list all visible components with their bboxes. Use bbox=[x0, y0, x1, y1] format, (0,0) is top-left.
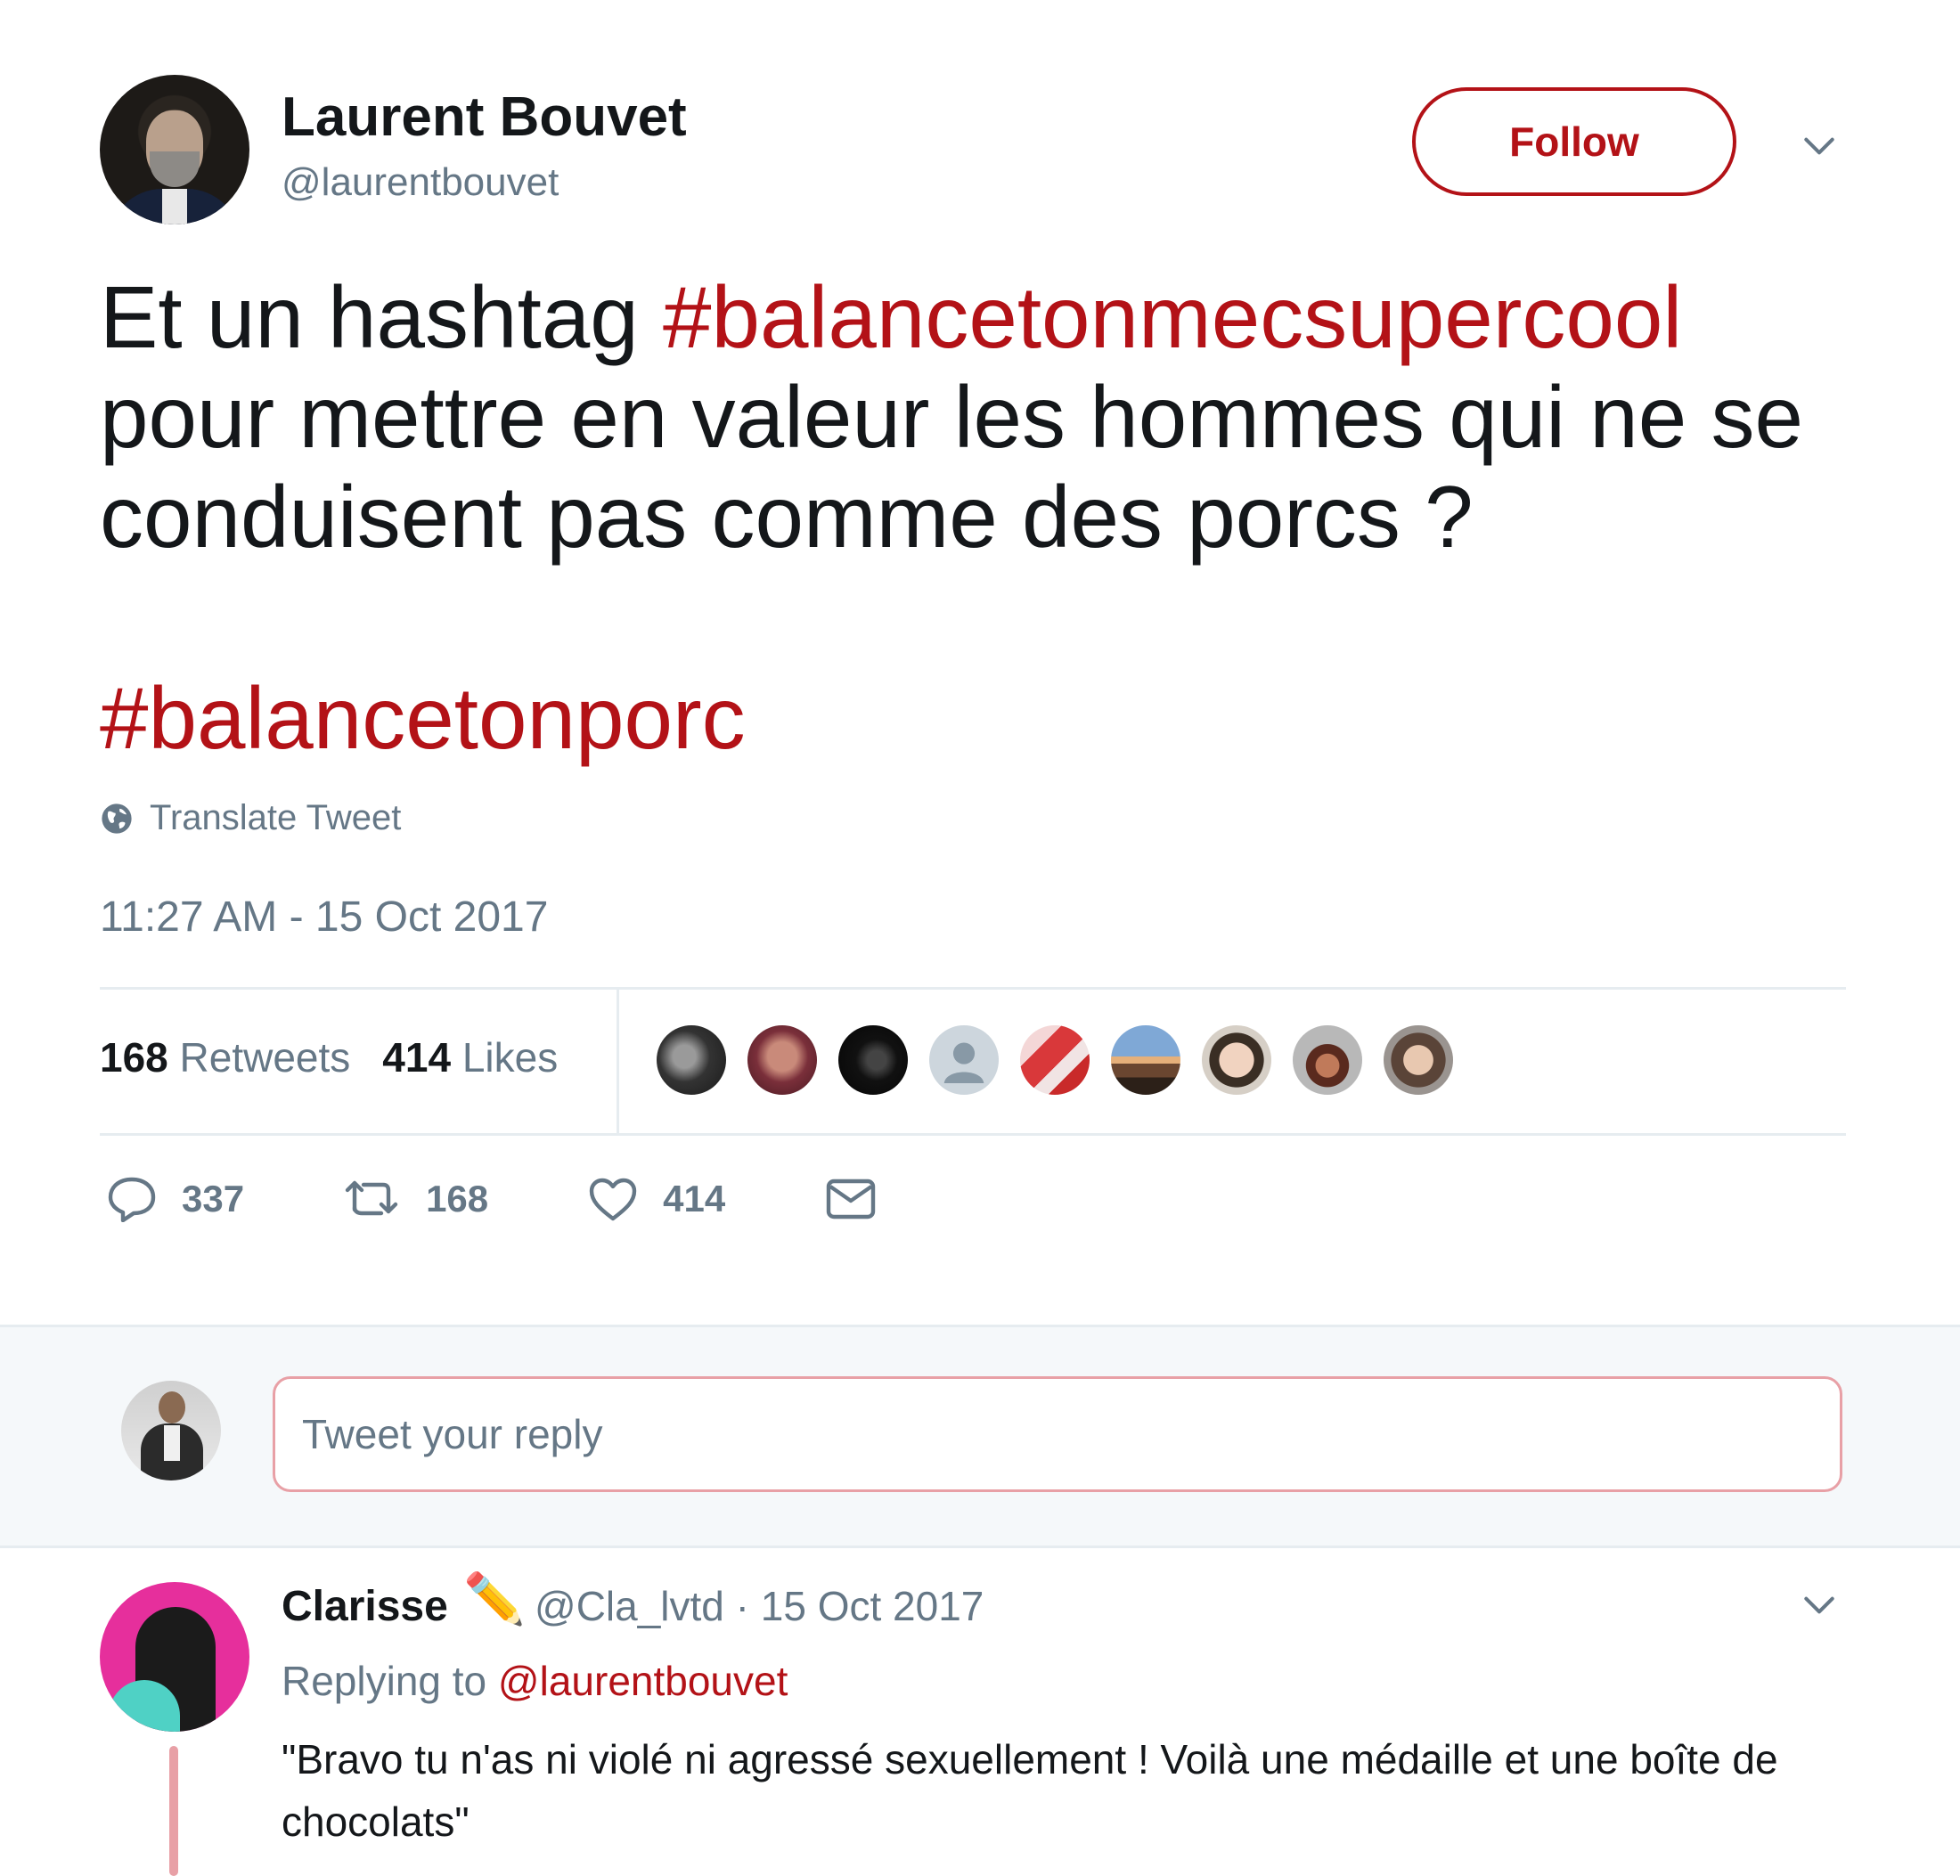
tweet-stats: 168 Retweets 414 Likes bbox=[100, 1033, 558, 1081]
likes-stat[interactable]: 414 Likes bbox=[382, 1034, 558, 1081]
chevron-down-icon[interactable] bbox=[1800, 1586, 1839, 1625]
globe-icon bbox=[102, 803, 132, 834]
liker-avatar[interactable] bbox=[1199, 1023, 1274, 1097]
liker-avatar[interactable] bbox=[1381, 1023, 1456, 1097]
like-count: 414 bbox=[663, 1178, 726, 1219]
author-avatar[interactable] bbox=[100, 75, 249, 224]
reply-handle-date[interactable]: @Cla_lvtd · 15 Oct 2017 bbox=[535, 1582, 984, 1630]
divider bbox=[100, 1133, 1846, 1136]
reply-input[interactable]: Tweet your reply bbox=[273, 1376, 1842, 1492]
hashtag-link[interactable]: #balancetonmecsupercool bbox=[663, 268, 1682, 366]
replying-prefix: Replying to bbox=[282, 1658, 498, 1704]
pencil-emoji: ✏️ bbox=[463, 1570, 526, 1627]
tweet-text: Et un hashtag #balancetonmecsupercool po… bbox=[100, 267, 1846, 567]
thread-line bbox=[169, 1746, 178, 1876]
reply-text: "Bravo tu n'as ni violé ni agressé sexue… bbox=[282, 1736, 1778, 1845]
reply-author-name[interactable]: Clarisse bbox=[282, 1582, 448, 1631]
likes-label: Likes bbox=[461, 1034, 559, 1081]
translate-label: Translate Tweet bbox=[150, 798, 402, 837]
retweet-action[interactable]: 168 bbox=[344, 1178, 488, 1220]
tweet-text-part: pour mettre en valeur les hommes qui ne … bbox=[100, 368, 1803, 566]
author-handle[interactable]: @laurentbouvet bbox=[282, 160, 559, 205]
like-action[interactable]: 414 bbox=[588, 1176, 725, 1222]
translate-tweet-link[interactable]: Translate Tweet bbox=[100, 798, 401, 838]
heart-icon bbox=[589, 1178, 637, 1221]
liker-avatar[interactable] bbox=[927, 1023, 1001, 1097]
chevron-down-icon[interactable] bbox=[1800, 126, 1839, 166]
hashtag-link[interactable]: #balancetonporc bbox=[100, 668, 746, 768]
retweets-label: Retweets bbox=[179, 1034, 351, 1081]
retweets-count: 168 bbox=[100, 1034, 168, 1081]
reply-count: 337 bbox=[182, 1178, 245, 1219]
divider bbox=[617, 989, 619, 1133]
reply-author-avatar[interactable] bbox=[100, 1582, 249, 1732]
liker-avatar[interactable] bbox=[1017, 1023, 1092, 1097]
replying-handle-link[interactable]: @laurentbouvet bbox=[498, 1658, 788, 1704]
retweets-stat[interactable]: 168 Retweets bbox=[100, 1034, 350, 1081]
retweet-count: 168 bbox=[426, 1178, 489, 1219]
liker-avatar[interactable] bbox=[654, 1023, 729, 1097]
tweet-text-part: Et un hashtag bbox=[100, 268, 664, 366]
reply-action[interactable]: 337 bbox=[107, 1176, 244, 1222]
liker-avatar[interactable] bbox=[745, 1023, 820, 1097]
follow-button[interactable]: Follow bbox=[1412, 87, 1736, 196]
divider bbox=[100, 987, 1846, 990]
direct-message-action[interactable] bbox=[825, 1178, 877, 1220]
liker-avatar[interactable] bbox=[1108, 1023, 1183, 1097]
likers-avatars bbox=[654, 1023, 1472, 1097]
tweet-timestamp[interactable]: 11:27 AM - 15 Oct 2017 bbox=[100, 893, 548, 942]
liker-avatar[interactable] bbox=[836, 1023, 911, 1097]
author-name[interactable]: Laurent Bouvet bbox=[282, 86, 687, 149]
retweet-icon bbox=[345, 1180, 398, 1216]
liker-avatar[interactable] bbox=[1290, 1023, 1365, 1097]
tweet-actions: 337 168 414 bbox=[107, 1176, 976, 1222]
reply-icon bbox=[108, 1177, 156, 1222]
envelope-icon bbox=[827, 1179, 876, 1219]
current-user-avatar bbox=[121, 1381, 221, 1480]
likes-count: 414 bbox=[382, 1034, 452, 1081]
replying-to: Replying to @laurentbouvet bbox=[282, 1657, 788, 1705]
